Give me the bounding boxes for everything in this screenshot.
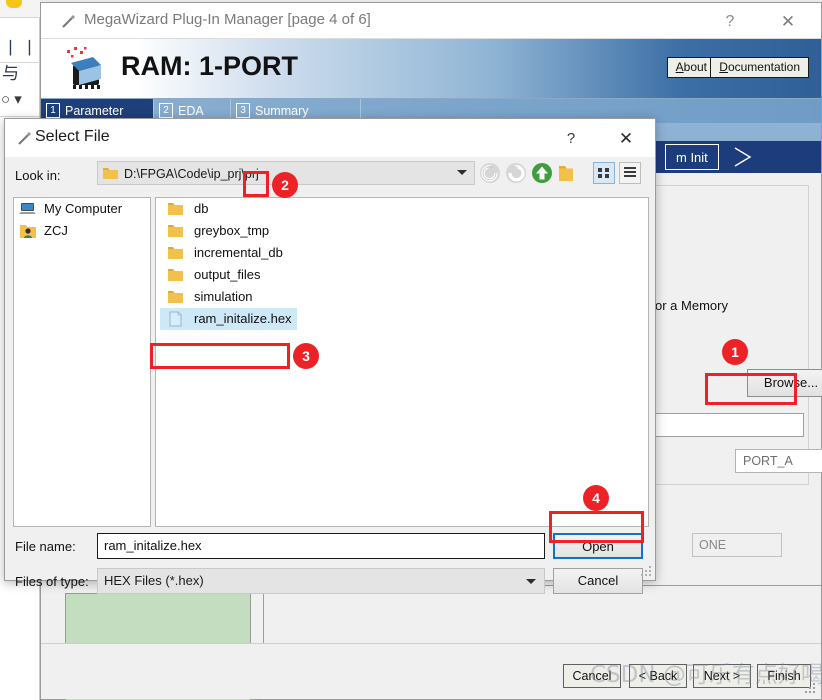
file-list[interactable]: db greybox_tmp incremental_db output_fil… bbox=[155, 197, 649, 527]
file-row-greybox-tmp[interactable]: greybox_tmp bbox=[160, 220, 648, 242]
wand-icon bbox=[61, 15, 75, 29]
file-row-incremental-db[interactable]: incremental_db bbox=[160, 242, 648, 264]
sidebar-item-zcj[interactable]: ZCJ bbox=[14, 220, 150, 242]
megawizard-help-button[interactable]: ? bbox=[711, 9, 749, 35]
user-folder-icon bbox=[19, 223, 37, 239]
mem-init-description-label: or a Memory bbox=[655, 298, 728, 313]
none-field: ONE bbox=[692, 533, 782, 557]
parent-folder-icon[interactable] bbox=[531, 162, 553, 184]
megawizard-banner-title: RAM: 1-PORT bbox=[121, 51, 298, 81]
megawizard-titlebar: MegaWizard Plug-In Manager [page 4 of 6]… bbox=[41, 3, 821, 39]
sidebar-item-my-computer[interactable]: My Computer bbox=[14, 198, 150, 220]
files-of-type-value: HEX Files (*.hex) bbox=[104, 573, 204, 588]
port-select[interactable]: PORT_A ⌄ bbox=[735, 449, 822, 473]
sidebar-item-my-computer-label: My Computer bbox=[44, 201, 123, 216]
documentation-button[interactable]: Documentation bbox=[710, 57, 809, 78]
new-folder-icon[interactable] bbox=[557, 163, 575, 183]
file-row-simulation[interactable]: simulation bbox=[160, 286, 648, 308]
list-view-icon[interactable] bbox=[593, 162, 615, 184]
screenshot-root: 丨丨 与 ○ ▾ MegaWizard Plug-In Manager [pag… bbox=[0, 0, 822, 700]
folder-icon bbox=[167, 289, 184, 305]
about-rest: bout bbox=[683, 60, 707, 74]
file-row-db[interactable]: db bbox=[160, 198, 648, 220]
file-name-input[interactable]: ram_initalize.hex bbox=[97, 533, 545, 559]
look-in-path-value: D:\FPGA\Code\ip_prj\prj bbox=[124, 167, 259, 181]
computer-icon bbox=[19, 201, 37, 217]
wand-icon bbox=[17, 132, 31, 149]
background-left-glyph: 丨丨 与 bbox=[2, 39, 40, 84]
annotation-badge-1: 1 bbox=[722, 339, 748, 365]
file-row-ram-initalize[interactable]: ram_initalize.hex bbox=[160, 308, 297, 330]
background-left-separator bbox=[0, 62, 40, 63]
back-icon[interactable] bbox=[479, 162, 501, 184]
dialog-places-sidebar[interactable]: My Computer ZCJ bbox=[13, 197, 151, 527]
file-row-output-files[interactable]: output_files bbox=[160, 264, 648, 286]
next-button[interactable]: Next > bbox=[693, 664, 751, 688]
annotation-badge-2: 2 bbox=[272, 172, 298, 198]
tab-parameter-number: 1 bbox=[46, 103, 60, 118]
dialog-titlebar: Select File ? ✕ bbox=[5, 119, 655, 157]
annotation-badge-3: 3 bbox=[293, 343, 319, 369]
file-icon bbox=[167, 311, 184, 327]
dialog-cancel-button[interactable]: Cancel bbox=[553, 568, 643, 594]
sidebar-item-zcj-label: ZCJ bbox=[44, 223, 68, 238]
look-in-label: Look in: bbox=[15, 168, 61, 183]
folder-icon bbox=[167, 245, 184, 261]
tab-parameter-label: Parameter bbox=[65, 104, 124, 118]
file-row-greybox-tmp-label: greybox_tmp bbox=[194, 223, 270, 238]
file-row-ram-initalize-label: ram_initalize.hex bbox=[194, 311, 292, 326]
doc-mnemonic: D bbox=[719, 60, 728, 74]
folder-icon bbox=[103, 166, 118, 180]
mem-init-file-input[interactable] bbox=[649, 413, 804, 437]
annotation-badge-4: 4 bbox=[583, 485, 609, 511]
file-row-simulation-label: simulation bbox=[194, 289, 253, 304]
files-of-type-select[interactable]: HEX Files (*.hex) bbox=[97, 568, 545, 594]
breadcrumb-item-mem-init[interactable]: m Init bbox=[665, 144, 719, 170]
background-left-separator-2 bbox=[0, 116, 40, 117]
tab-eda-label: EDA bbox=[178, 104, 204, 118]
tab-eda-number: 2 bbox=[159, 103, 173, 118]
back-button[interactable]: < Back bbox=[629, 664, 687, 688]
folder-icon bbox=[167, 223, 184, 239]
file-row-output-files-label: output_files bbox=[194, 267, 261, 282]
tab-summary-number: 3 bbox=[236, 103, 250, 118]
file-row-db-label: db bbox=[194, 201, 209, 216]
background-left-dropdown-icon: ○ ▾ bbox=[1, 91, 22, 108]
open-button[interactable]: Open bbox=[553, 533, 643, 559]
megawizard-title: MegaWizard Plug-In Manager [page 4 of 6] bbox=[84, 11, 371, 28]
chip-icon bbox=[59, 45, 111, 95]
file-row-incremental-db-label: incremental_db bbox=[194, 245, 283, 260]
chevron-down-icon[interactable] bbox=[526, 579, 536, 584]
forward-icon[interactable] bbox=[505, 162, 527, 184]
dialog-resize-grip-icon[interactable] bbox=[641, 566, 652, 577]
about-button[interactable]: About bbox=[666, 57, 716, 78]
files-of-type-label: Files of type: bbox=[15, 574, 89, 589]
cancel-button[interactable]: Cancel bbox=[563, 664, 621, 688]
chevron-down-icon[interactable] bbox=[457, 170, 467, 175]
dialog-close-button[interactable]: ✕ bbox=[607, 127, 645, 151]
finish-button[interactable]: Finish bbox=[757, 664, 811, 688]
file-name-label: File name: bbox=[15, 539, 76, 554]
dialog-help-button[interactable]: ? bbox=[553, 127, 589, 151]
resize-grip-icon[interactable] bbox=[805, 683, 817, 695]
folder-icon bbox=[167, 201, 184, 217]
select-file-dialog: Select File ? ✕ Look in: D:\FPGA\Code\ip… bbox=[4, 118, 656, 594]
megawizard-close-button[interactable]: ✕ bbox=[765, 9, 811, 35]
megawizard-footer: Cancel < Back Next > Finish bbox=[41, 643, 821, 699]
mem-init-groupbox bbox=[649, 185, 809, 485]
chevron-right-icon bbox=[731, 145, 755, 169]
about-mnemonic: A bbox=[675, 60, 684, 74]
folder-icon bbox=[167, 267, 184, 283]
background-left-strip bbox=[0, 0, 40, 18]
background-yellow-marker bbox=[6, 0, 22, 8]
port-select-value: PORT_A bbox=[743, 454, 793, 468]
megawizard-banner: RAM: 1-PORT About Documentation bbox=[41, 39, 821, 99]
detail-view-icon[interactable] bbox=[619, 162, 641, 184]
doc-rest: ocumentation bbox=[727, 60, 800, 74]
dialog-title: Select File bbox=[35, 128, 110, 145]
tab-summary-label: Summary bbox=[255, 104, 309, 118]
browse-button[interactable]: Browse... bbox=[747, 369, 822, 397]
